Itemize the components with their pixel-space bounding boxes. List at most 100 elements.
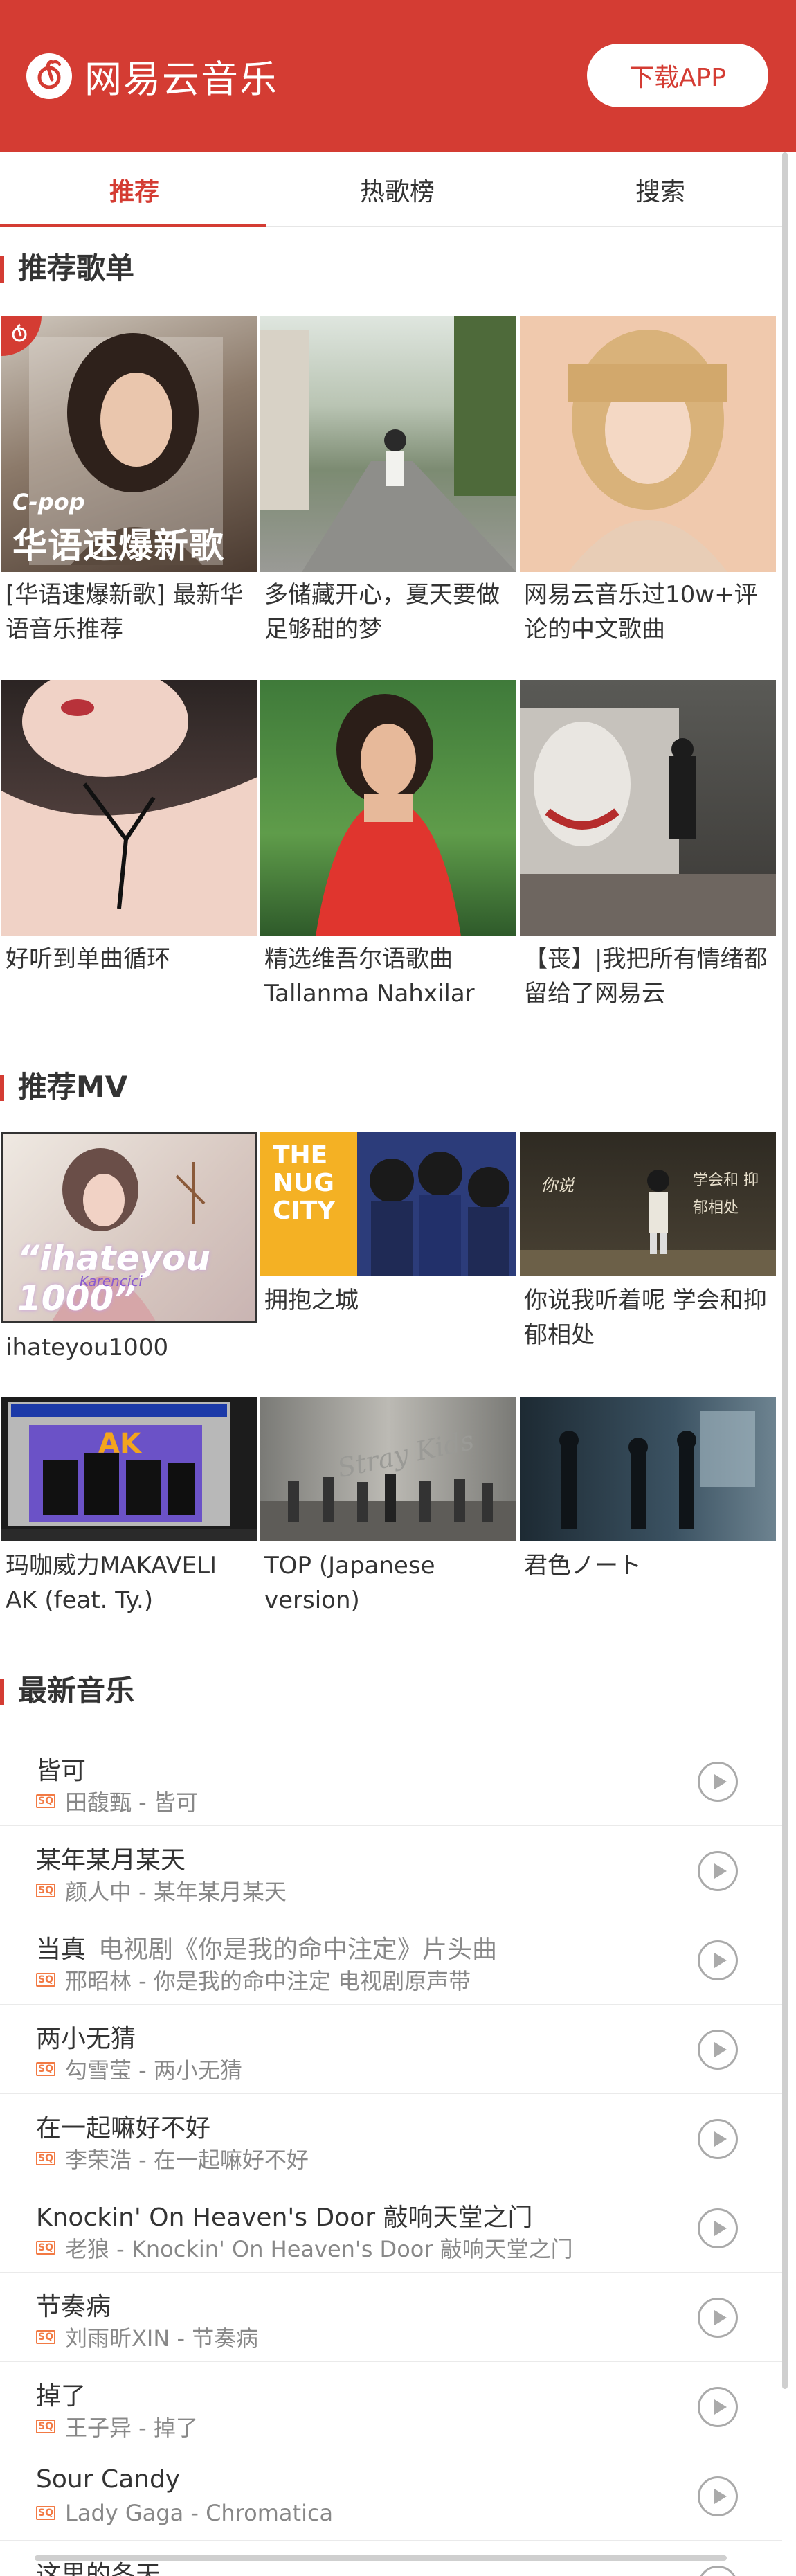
sq-badge-icon: SQ — [36, 2241, 55, 2255]
mv-caption: 玛咖威力MAKAVELI AK (feat. Ty.) — [6, 1552, 217, 1614]
song-sub-text: 颜人中 - 某年某月某天 — [65, 1879, 287, 1905]
play-icon[interactable] — [698, 2208, 738, 2248]
sq-badge-icon: SQ — [36, 2152, 55, 2165]
song-name: 皆可 — [36, 1757, 87, 1785]
playlist-card[interactable]: 网易云音乐过10w+评论的中文歌曲 — [520, 316, 776, 652]
play-icon[interactable] — [698, 1851, 738, 1891]
play-icon[interactable] — [698, 2298, 738, 2338]
song-sub-text: 王子异 - 掉了 — [65, 2415, 198, 2441]
mv-cover-text: THE NUG CITY — [273, 1141, 336, 1225]
play-icon[interactable] — [698, 1762, 738, 1802]
mv-cover: THE NUG CITY — [260, 1132, 516, 1276]
song-item[interactable]: 两小无猜 SQ 勾雪莹 - 两小无猜 — [0, 2005, 782, 2094]
song-artist-album: SQ 邢昭林 - 你是我的命中注定 电视剧原声带 — [36, 1964, 471, 1996]
mv-cover: AK — [1, 1397, 257, 1541]
song-item[interactable]: 掉了 SQ 王子异 - 掉了 — [0, 2362, 782, 2451]
playlist-caption: 网易云音乐过10w+评论的中文歌曲 — [524, 581, 758, 643]
song-name: 节奏病 — [36, 2293, 111, 2321]
song-title: 节奏病 — [36, 2287, 111, 2323]
download-app-button[interactable]: 下载APP — [587, 44, 768, 107]
playlist-card[interactable]: 好听到单曲循环 — [1, 680, 257, 1017]
song-sub-text: 老狼 - Knockin' On Heaven's Door 敲响天堂之门 — [65, 2236, 573, 2262]
play-icon[interactable] — [698, 2476, 738, 2516]
mv-cover-text: 学会和 抑郁相处 — [693, 1172, 759, 1217]
song-name: 某年某月某天 — [36, 1846, 186, 1875]
song-artist-album: SQ 王子异 - 掉了 — [36, 2410, 198, 2442]
song-sub-text: 刘雨昕XIN - 节奏病 — [65, 2325, 259, 2352]
mv-card[interactable]: 你说 学会和 抑郁相处 你说我听着呢 学会和抑郁相处 — [520, 1132, 776, 1352]
song-item[interactable]: 节奏病 SQ 刘雨昕XIN - 节奏病 — [0, 2273, 782, 2362]
svg-text:你说: 你说 — [541, 1176, 575, 1195]
song-title: 某年某月某天 — [36, 1840, 186, 1876]
tab-recommend[interactable]: 推荐 — [3, 152, 266, 227]
playlist-card[interactable]: 精选维吾尔语歌曲 Tallanma Nahxilar — [260, 680, 516, 1017]
mv-card[interactable]: THE NUG CITY 拥抱之城 — [260, 1132, 516, 1318]
sq-badge-icon: SQ — [36, 1794, 55, 1808]
playlist-card[interactable]: C-pop 华语速爆新歌 [华语速爆新歌] 最新华语音乐推荐 — [1, 316, 257, 652]
song-item[interactable]: 当真 电视剧《你是我的命中注定》片头曲 SQ 邢昭林 - 你是我的命中注定 电视剧原… — [0, 1915, 782, 2005]
song-name: 掉了 — [36, 2382, 87, 2410]
cover-text-big: 华语速爆新歌 — [12, 526, 224, 566]
logo-text: 网易云音乐 — [84, 57, 278, 101]
play-icon[interactable] — [698, 2387, 738, 2427]
mv-caption: 君色ノート — [524, 1552, 642, 1580]
mv-card[interactable]: Stray Kids TOP (Japanese version) — [260, 1397, 516, 1618]
section-title-new-songs: 最新音乐 — [0, 1672, 134, 1710]
sq-badge-icon: SQ — [36, 2330, 55, 2344]
song-name: 这里的冬天 — [36, 2561, 161, 2576]
mv-card[interactable]: “ihateyou 1000” Karencici ihateyou1000 — [1, 1132, 257, 1365]
playlist-cover — [1, 680, 257, 936]
tab-hot-songs[interactable]: 热歌榜 — [266, 152, 529, 227]
section-title-playlists: 推荐歌单 — [0, 249, 134, 288]
playlist-cover — [260, 680, 516, 936]
mv-cover: “ihateyou 1000” Karencici — [1, 1132, 257, 1323]
play-icon[interactable] — [698, 1940, 738, 1980]
sq-badge-icon: SQ — [36, 1973, 55, 1987]
song-name: Sour Candy — [36, 2465, 181, 2494]
playlist-cover: C-pop 华语速爆新歌 — [1, 316, 257, 572]
playlist-caption: 【丧】|我把所有情绪都留给了网易云 — [524, 945, 768, 1008]
song-title: 在一起嘛好不好 — [36, 2108, 210, 2144]
song-title: Knockin' On Heaven's Door 敲响天堂之门 — [36, 2197, 533, 2233]
playlist-card[interactable]: 多储藏开心，夏天要做足够甜的梦 — [260, 316, 516, 652]
song-item[interactable]: 皆可 SQ 田馥甄 - 皆可 — [0, 1737, 782, 1826]
song-item[interactable]: 某年某月某天 SQ 颜人中 - 某年某月某天 — [0, 1826, 782, 1915]
vertical-scrollbar[interactable] — [782, 152, 788, 2389]
song-sub-text: 邢昭林 - 你是我的命中注定 电视剧原声带 — [65, 1968, 471, 1994]
mv-card[interactable]: AK 玛咖威力MAKAVELI AK (feat. Ty.) — [1, 1397, 257, 1618]
play-icon[interactable] — [698, 2119, 738, 2159]
song-title: Sour Candy — [36, 2465, 180, 2494]
mv-card[interactable]: 君色ノート — [520, 1397, 776, 1583]
song-name: 在一起嘛好不好 — [36, 2114, 211, 2143]
mv-caption: 你说我听着呢 学会和抑郁相处 — [524, 1287, 767, 1349]
song-artist-album: SQ 老狼 - Knockin' On Heaven's Door 敲响天堂之门 — [36, 2232, 573, 2264]
song-item[interactable]: Sour Candy SQ Lady Gaga - Chromatica — [0, 2451, 782, 2541]
song-artist-album: SQ Lady Gaga - Chromatica — [36, 2500, 333, 2526]
song-item[interactable]: Knockin' On Heaven's Door 敲响天堂之门 SQ 老狼 - … — [0, 2183, 782, 2273]
playlist-cover — [520, 316, 776, 572]
sq-badge-icon: SQ — [36, 1884, 55, 1897]
active-tab-indicator — [0, 224, 266, 227]
logo[interactable]: 网易云音乐 — [26, 48, 278, 103]
song-item[interactable]: 在一起嘛好不好 SQ 李荣浩 - 在一起嘛好不好 — [0, 2094, 782, 2183]
song-name: 两小无猜 — [36, 2025, 136, 2053]
song-list: 皆可 SQ 田馥甄 - 皆可 某年某月某天 SQ 颜人中 - 某年某月某天 当真 电视… — [0, 1737, 782, 2576]
song-sub-text: 田馥甄 - 皆可 — [65, 1789, 198, 1816]
mv-caption: 拥抱之城 — [264, 1287, 359, 1314]
song-sub-text: 勾雪莹 - 两小无猜 — [65, 2057, 242, 2084]
sq-badge-icon: SQ — [36, 2506, 55, 2520]
playlist-cover — [520, 680, 776, 936]
playlist-caption: 多储藏开心，夏天要做足够甜的梦 — [264, 581, 500, 643]
song-name: Knockin' On Heaven's Door 敲响天堂之门 — [36, 2203, 533, 2232]
horizontal-scrollbar[interactable] — [35, 2555, 727, 2561]
song-title: 当真 电视剧《你是我的命中注定》片头曲 — [36, 1929, 497, 1965]
mv-caption: ihateyou1000 — [6, 1334, 169, 1361]
song-title: 皆可 — [36, 1751, 86, 1787]
tab-search[interactable]: 搜索 — [529, 152, 792, 227]
section-title-mv: 推荐MV — [0, 1068, 127, 1107]
song-name: 当真 — [36, 1935, 87, 1964]
play-icon[interactable] — [698, 2030, 738, 2070]
play-icon[interactable] — [698, 2566, 738, 2576]
playlist-card[interactable]: 【丧】|我把所有情绪都留给了网易云 — [520, 680, 776, 1017]
mv-caption: TOP (Japanese version) — [264, 1552, 435, 1614]
